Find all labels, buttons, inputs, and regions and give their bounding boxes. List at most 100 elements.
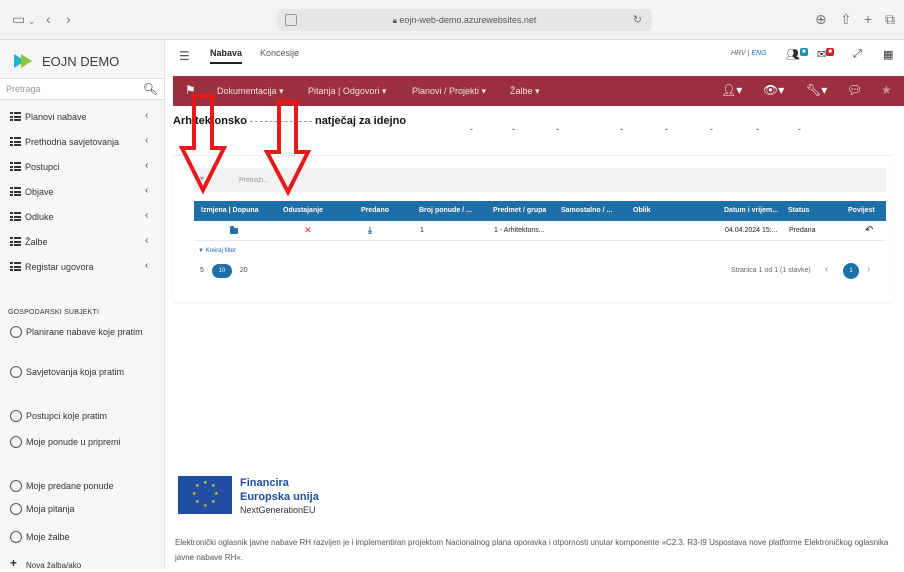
sidebar-item-prethodna-savjetovanja[interactable]: Prethodna savjetovanja ‹ <box>0 129 164 154</box>
search-input[interactable] <box>0 79 130 99</box>
chevron-left-icon: ‹ <box>145 110 149 121</box>
sidebar-subject-predane-ponude[interactable]: Moje predane ponude <box>0 480 164 493</box>
subject-label: Postupci koje pratim <box>26 411 108 421</box>
users-icon[interactable]: 👥︎ ■ <box>786 48 808 61</box>
prev-page-icon[interactable]: ‹ <box>825 264 828 275</box>
col-datum[interactable]: Datum i vrijem... <box>724 207 778 214</box>
sidebar-subject-postupci[interactable]: Postupci koje pratim <box>0 410 164 423</box>
history-icon[interactable]: ↶ <box>865 225 873 236</box>
col-izmjena[interactable]: Izmjena | Dopuna <box>201 207 259 214</box>
sidebar-subject-ponude-pripremi[interactable]: Moje ponude u pripremi <box>0 436 164 449</box>
fullscreen-icon[interactable]: ⤢ <box>853 48 862 61</box>
sidebar-subject-savjetovanja[interactable]: Savjetovanja koja pratim <box>0 366 164 379</box>
lang-separator: | <box>747 50 750 57</box>
funding-ngeu: NextGenerationEU <box>240 505 316 515</box>
sidebar-subject-planirane[interactable]: Planirane nabave koje pratim <box>0 326 164 339</box>
subject-label: Moja pitanja <box>26 504 75 514</box>
col-predmet[interactable]: Predmet / grupa <box>493 207 546 214</box>
circle-icon <box>10 436 22 448</box>
browser-toolbar: ▭ ⌄ ‹ › 🔒︎ eojn-web-demo.azurewebsites.n… <box>0 0 904 40</box>
close-icon[interactable]: ✕ <box>304 225 312 236</box>
next-page-icon[interactable]: › <box>867 264 870 275</box>
plus-icon: + <box>10 556 18 570</box>
lang-eng[interactable]: ENG <box>751 50 766 57</box>
chat-icon[interactable]: 💬︎ <box>847 83 862 97</box>
wrench-icon[interactable]: 🔧︎▾ <box>806 83 827 97</box>
section-header: GOSPODARSKI SUBJEKTI <box>8 309 100 316</box>
create-filter-label: Kreiraj filter <box>205 248 236 254</box>
menu-icon[interactable]: ☰ <box>179 49 190 63</box>
sidebar-item-zalbe[interactable]: Žalbe ‹ <box>0 229 164 254</box>
folder-icon[interactable] <box>230 226 238 235</box>
col-oblik[interactable]: Oblik <box>633 207 651 214</box>
circle-icon <box>10 410 22 422</box>
page-number-button[interactable]: 1 <box>843 263 859 279</box>
new-tab-icon[interactable]: + <box>864 11 872 27</box>
download-icon[interactable]: ⤓ <box>368 225 372 236</box>
eye-icon[interactable]: 👁︎▾ <box>763 83 784 97</box>
apps-icon[interactable]: ▦ <box>883 48 893 61</box>
user-add-icon[interactable]: 👤︎▾ <box>721 83 742 97</box>
list-icon <box>10 212 21 221</box>
sidebar-item-planovi-nabave[interactable]: Planovi nabave ‹ <box>0 104 164 129</box>
page-size-5[interactable]: 5 <box>200 267 204 274</box>
sidebar-item-label: Prethodna savjetovanja <box>25 136 120 147</box>
app-logo[interactable]: EOJN DEMO <box>14 50 119 72</box>
reader-icon[interactable] <box>285 14 297 26</box>
col-status[interactable]: Status <box>788 207 809 214</box>
sidebar-item-registar-ugovora[interactable]: Registar ugovora ‹ <box>0 254 164 279</box>
star-icon[interactable]: ★ <box>881 83 892 97</box>
sidebar-toggle-icon[interactable]: ▭ <box>12 11 25 27</box>
eu-flag-logo: ★ ★ ★ ★ ★ ★ ★ ★ <box>178 476 232 514</box>
star-icon: ★ <box>203 480 208 486</box>
page-size-20[interactable]: 20 <box>240 267 248 274</box>
nav-planovi[interactable]: Planovi / Projekti ▾ <box>412 86 486 97</box>
subject-label: Moje predane ponude <box>26 481 114 491</box>
tab-koncesije[interactable]: Koncesije <box>260 48 299 62</box>
title-dot: - <box>512 124 515 134</box>
star-icon: ★ <box>203 503 208 509</box>
badge: ■ <box>826 48 834 56</box>
address-bar[interactable]: 🔒︎ eojn-web-demo.azurewebsites.net ↻ <box>277 9 652 31</box>
tabs-overview-icon[interactable]: ⧉ <box>885 11 895 27</box>
tab-nabava[interactable]: Nabava <box>210 48 243 64</box>
nav-zalbe[interactable]: Žalbe ▾ <box>510 86 540 97</box>
share-icon[interactable]: ⇧ <box>840 11 852 27</box>
page-size-10[interactable]: 10 <box>211 264 232 278</box>
title-dot: - <box>556 124 559 134</box>
download-icon[interactable]: ⊕ <box>815 11 827 27</box>
title-dot: - <box>470 124 473 134</box>
list-icon <box>10 112 21 121</box>
star-icon: ★ <box>195 483 200 489</box>
logo-text: EOJN DEMO <box>42 53 120 69</box>
sidebar-subject-pitanja[interactable]: Moja pitanja <box>0 503 164 516</box>
arrow-annotation-left <box>178 94 228 195</box>
sidebar-subject-nova-zalba[interactable]: + Nova žalba/ako <box>0 556 164 572</box>
cell-broj: 1 <box>420 227 424 234</box>
messages-icon[interactable]: ✉︎ ■ <box>817 48 834 61</box>
chevron-left-icon: ‹ <box>145 235 149 246</box>
create-filter-link[interactable]: ▼ Kreiraj filter <box>198 248 236 254</box>
back-icon[interactable]: ‹ <box>46 11 51 27</box>
title-dot: - <box>798 124 801 134</box>
funding-financira: Financira <box>240 477 289 489</box>
reload-icon[interactable]: ↻ <box>633 9 642 31</box>
col-povijest[interactable]: Povijest <box>848 207 875 214</box>
search-icon[interactable]: 🔍︎ <box>143 82 158 96</box>
lang-hrv[interactable]: HRV <box>731 50 746 57</box>
chevron-down-icon[interactable]: ⌄ <box>28 13 36 29</box>
list-icon <box>10 162 21 171</box>
col-predano[interactable]: Predano <box>361 207 389 214</box>
col-odustajanje[interactable]: Odustajanje <box>283 207 323 214</box>
sidebar-item-postupci[interactable]: Postupci ‹ <box>0 154 164 179</box>
sidebar-item-label: Planovi nabave <box>25 111 87 122</box>
sidebar-item-objave[interactable]: Objave ‹ <box>0 179 164 204</box>
sidebar-item-odluke[interactable]: Odluke ‹ <box>0 204 164 229</box>
col-broj-ponude[interactable]: Broj ponude / ... <box>419 207 472 214</box>
sidebar-subject-zalbe[interactable]: Moje žalbe <box>0 531 164 544</box>
forward-icon[interactable]: › <box>66 11 71 27</box>
chevron-left-icon: ‹ <box>145 185 149 196</box>
col-samostalno[interactable]: Samostalno / ... <box>561 207 612 214</box>
sidebar-item-label: Registar ugovora <box>25 261 94 272</box>
sidebar-item-label: Odluke <box>25 211 54 222</box>
